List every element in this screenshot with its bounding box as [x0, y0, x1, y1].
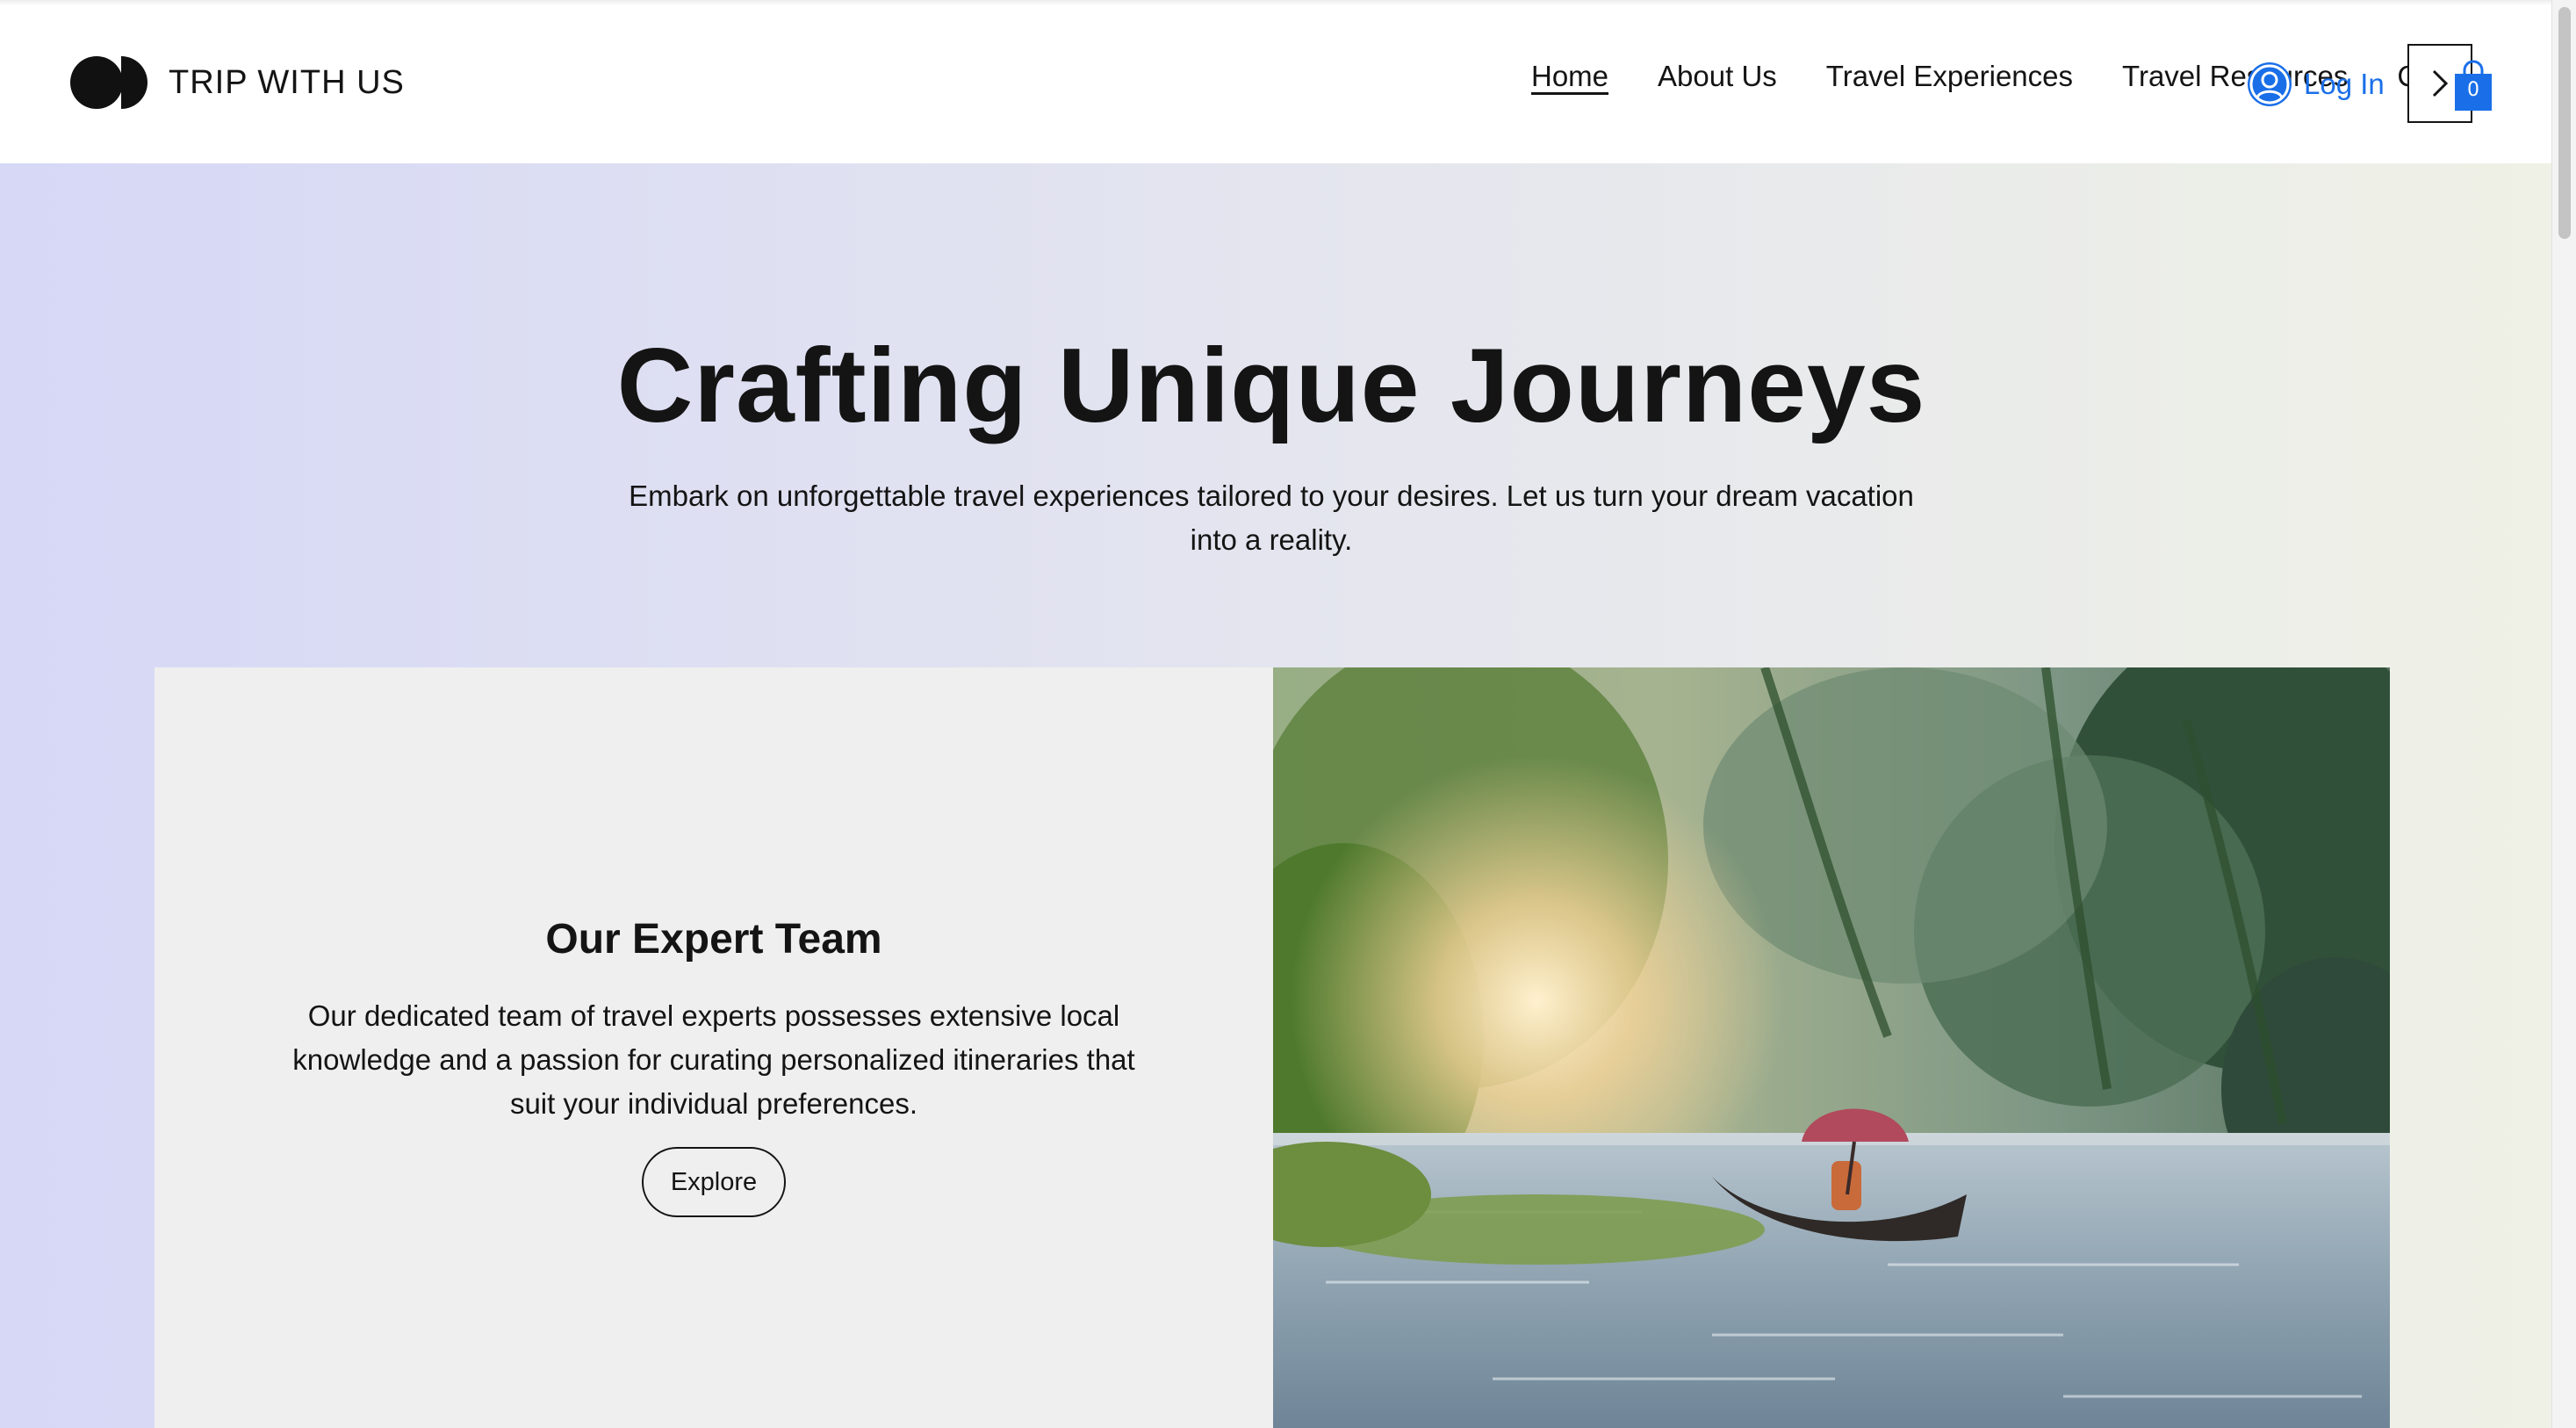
user-avatar-icon	[2248, 62, 2292, 106]
nav-item-home[interactable]: Home	[1531, 60, 1608, 100]
login-button[interactable]: Log In	[2248, 61, 2385, 107]
scrollbar-thumb[interactable]	[2558, 7, 2571, 239]
feature-text: Our dedicated team of travel experts pos…	[292, 999, 1135, 1120]
header-top-shadow	[0, 0, 2551, 5]
nav-item-about-us[interactable]: About Us	[1658, 60, 1777, 100]
site-header: TRIP WITH US Home About Us Travel Experi…	[0, 0, 2551, 163]
backwater-canoe-photo	[1273, 667, 2390, 1428]
feature-title: Our Expert Team	[545, 916, 882, 963]
login-label: Log In	[2304, 68, 2385, 100]
cart-count-badge: 0	[2467, 79, 2479, 101]
brand-name: TRIP WITH US	[169, 63, 405, 101]
site-logo[interactable]: TRIP WITH US	[70, 54, 405, 111]
hero-subtitle: Embark on unforgettable travel experienc…	[629, 480, 1914, 556]
hero-title: Crafting Unique Journeys	[616, 327, 1926, 444]
hero-section: Crafting Unique Journeys Embark on unfor…	[0, 163, 2551, 1428]
nav-item-travel-experiences[interactable]: Travel Experiences	[1826, 60, 2073, 100]
feature-card: Our Expert Team Our dedicated team of tr…	[155, 667, 1273, 1428]
cart-button[interactable]: 0	[2450, 58, 2497, 112]
page-scrollbar[interactable]	[2551, 0, 2576, 1428]
chevron-right-icon	[2432, 69, 2449, 97]
logo-mark-icon	[70, 54, 151, 111]
explore-button[interactable]: Explore	[642, 1147, 786, 1217]
